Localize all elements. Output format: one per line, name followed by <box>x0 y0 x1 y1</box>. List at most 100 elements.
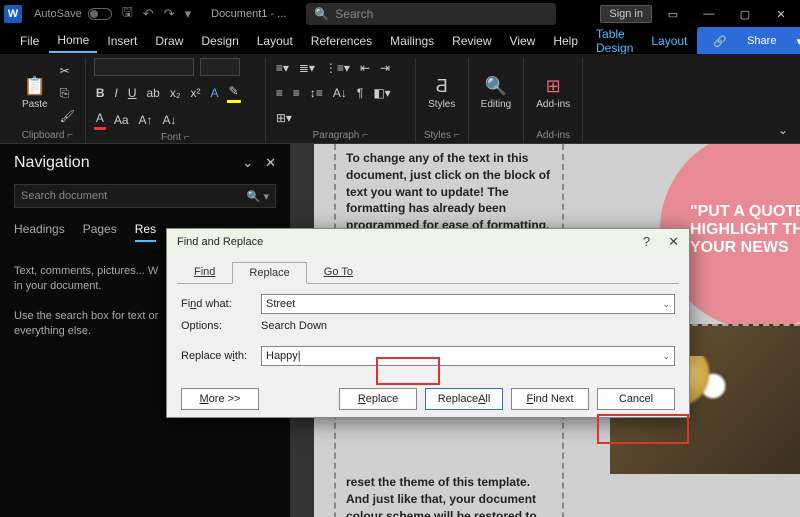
undo-icon[interactable]: ↶ <box>143 6 154 22</box>
sort-icon[interactable]: A↓ <box>331 84 349 102</box>
cut-icon[interactable]: ✂ <box>58 62 77 80</box>
replace-all-button[interactable]: Replace All <box>425 388 503 410</box>
tab-help[interactable]: Help <box>545 30 586 52</box>
ribbon-group-font: B I U ab x₂ x² A ✎ A Aa A↑ A↓ Font ⌐ <box>86 58 266 143</box>
tab-home[interactable]: Home <box>49 29 97 53</box>
cancel-button[interactable]: Cancel <box>597 388 675 410</box>
help-button[interactable]: ? <box>643 234 650 250</box>
body-paragraph[interactable]: To change any of the text in this docume… <box>346 150 552 234</box>
highlight-icon[interactable]: ✎ <box>227 82 241 103</box>
document-title[interactable]: Document1 - ... <box>211 8 286 20</box>
editing-group-label <box>495 128 498 143</box>
find-icon: 🔍 <box>485 76 507 97</box>
decrease-indent-icon[interactable]: ⇤ <box>358 59 372 77</box>
paste-button[interactable]: 📋Paste <box>18 72 52 114</box>
nav-tab-pages[interactable]: Pages <box>83 222 117 242</box>
tab-review[interactable]: Review <box>444 30 499 52</box>
dialog-tab-find[interactable]: Find <box>177 261 232 283</box>
align-left-icon[interactable]: ≡ <box>274 84 285 102</box>
nav-tab-results[interactable]: Res <box>135 222 156 242</box>
title-bar: W AutoSave 🖫 ↶ ↷ ▾ Document1 - ... 🔍 Sea… <box>0 0 800 28</box>
clipboard-group-label: Clipboard ⌐ <box>22 128 73 143</box>
tab-draw[interactable]: Draw <box>147 30 191 52</box>
nav-tab-headings[interactable]: Headings <box>14 222 65 242</box>
find-what-value: Street <box>266 298 295 310</box>
addins-label: Add-ins <box>536 99 570 110</box>
close-dialog-button[interactable]: ✕ <box>668 234 679 250</box>
paste-icon: 📋 <box>24 76 46 97</box>
quick-access-toolbar: 🖫 ↶ ↷ ▾ <box>122 3 191 25</box>
paragraph-group-label: Paragraph ⌐ <box>313 128 368 143</box>
close-nav-icon[interactable]: ✕ <box>265 155 276 171</box>
chevron-down-icon: ▾ <box>788 31 800 52</box>
share-button[interactable]: 🔗Share ▾ <box>697 27 800 56</box>
maximize-button[interactable]: ▢ <box>730 8 760 21</box>
numbering-icon[interactable]: ≣▾ <box>297 59 317 77</box>
format-painter-icon[interactable]: 🖌 <box>58 107 77 125</box>
styles-group-label: Styles ⌐ <box>424 128 460 143</box>
dialog-title: Find and Replace <box>177 236 263 248</box>
redo-icon[interactable]: ↷ <box>164 6 175 22</box>
close-window-button[interactable]: ✕ <box>766 8 796 21</box>
autosave-label: AutoSave <box>34 8 82 20</box>
dialog-titlebar[interactable]: Find and Replace ? ✕ <box>167 229 689 255</box>
title-search-box[interactable]: 🔍 Search <box>306 3 556 25</box>
tab-view[interactable]: View <box>502 30 544 52</box>
addins-button[interactable]: ⊞Add-ins <box>532 72 574 114</box>
font-family-select[interactable] <box>94 58 194 76</box>
multilevel-icon[interactable]: ⋮≡▾ <box>323 59 352 77</box>
dropdown-icon[interactable]: ⌄ <box>662 299 670 310</box>
tab-design[interactable]: Design <box>193 30 246 52</box>
nav-search-input[interactable]: Search document 🔍 ▾ <box>14 184 276 208</box>
dialog-tab-goto[interactable]: Go To <box>307 261 370 283</box>
more-button[interactable]: More >> <box>181 388 259 410</box>
line-spacing-icon[interactable]: ↕≡ <box>308 84 325 102</box>
styles-button[interactable]: ƋStyles <box>424 72 459 114</box>
show-marks-icon[interactable]: ¶ <box>355 84 365 102</box>
ribbon-group-editing: 🔍Editing <box>469 58 525 143</box>
tab-table-layout[interactable]: Layout <box>643 30 695 52</box>
shrink-font-icon[interactable]: A↓ <box>161 111 179 129</box>
font-size-select[interactable] <box>200 58 240 76</box>
text-effects-icon[interactable]: A <box>209 84 221 102</box>
align-center-icon[interactable]: ≡ <box>291 84 302 102</box>
signin-button[interactable]: Sign in <box>600 5 652 23</box>
autosave-toggle[interactable]: AutoSave <box>34 8 112 20</box>
font-color-icon[interactable]: A <box>94 109 106 130</box>
tab-file[interactable]: File <box>12 30 47 52</box>
tab-mailings[interactable]: Mailings <box>382 30 442 52</box>
ribbon-group-addins: ⊞Add-ins Add-ins <box>524 58 583 143</box>
find-next-button[interactable]: Find Next <box>511 388 589 410</box>
borders-icon[interactable]: ⊞▾ <box>274 109 294 127</box>
subscript-button[interactable]: x₂ <box>168 84 183 102</box>
dialog-tab-replace[interactable]: Replace <box>232 262 306 284</box>
change-case-icon[interactable]: Aa <box>112 111 131 129</box>
qat-dropdown-icon[interactable]: ▾ <box>185 6 192 22</box>
bold-button[interactable]: B <box>94 84 107 102</box>
tab-layout[interactable]: Layout <box>249 30 301 52</box>
increase-indent-icon[interactable]: ⇥ <box>378 59 392 77</box>
tab-references[interactable]: References <box>303 30 380 52</box>
ribbon-display-icon[interactable]: ▭ <box>658 8 688 21</box>
strike-button[interactable]: ab <box>145 84 162 102</box>
save-icon[interactable]: 🖫 <box>122 3 133 25</box>
body-paragraph[interactable]: reset the theme of this template. And ju… <box>346 474 552 517</box>
shading-icon[interactable]: ◧▾ <box>371 84 392 102</box>
italic-button[interactable]: I <box>112 84 119 102</box>
find-what-input[interactable]: Street ⌄ <box>261 294 675 314</box>
editing-button[interactable]: 🔍Editing <box>477 72 516 114</box>
tab-insert[interactable]: Insert <box>99 30 145 52</box>
copy-icon[interactable]: ⎘ <box>58 84 77 103</box>
minimize-button[interactable]: — <box>694 8 724 20</box>
chevron-down-icon[interactable]: ⌄ <box>242 155 253 171</box>
replace-with-input[interactable]: Happy|⌄ <box>261 346 675 366</box>
underline-button[interactable]: U <box>126 84 139 102</box>
grow-font-icon[interactable]: A↑ <box>137 111 155 129</box>
ribbon-group-clipboard: 📋Paste ✂ ⎘ 🖌 Clipboard ⌐ <box>10 58 86 143</box>
collapse-ribbon-icon[interactable]: ⌄ <box>778 123 788 137</box>
toggle-switch-icon[interactable] <box>88 8 112 20</box>
bullets-icon[interactable]: ≡▾ <box>274 59 291 77</box>
superscript-button[interactable]: x² <box>189 84 203 102</box>
replace-button[interactable]: Replace <box>339 388 417 410</box>
dropdown-icon[interactable]: ⌄ <box>662 351 670 362</box>
